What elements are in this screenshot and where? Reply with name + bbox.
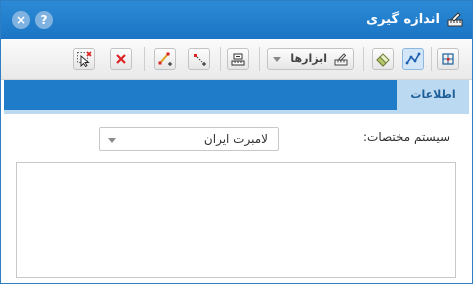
- title-bar[interactable]: اندازه گیری ? ×: [1, 1, 472, 39]
- chevron-down-icon: [273, 57, 281, 62]
- close-button[interactable]: ×: [12, 11, 30, 29]
- clear-button[interactable]: [110, 48, 132, 70]
- toolbar: ابزارها: [1, 39, 472, 80]
- tab-body-border: [4, 110, 469, 114]
- help-icon: ?: [40, 13, 48, 27]
- measure-units-button[interactable]: [227, 48, 249, 70]
- tools-dropdown[interactable]: ابزارها: [267, 48, 354, 70]
- toolbar-separator: [144, 47, 145, 71]
- measure-distance-button[interactable]: [402, 48, 424, 70]
- tab-strip: اطلاعات: [4, 80, 469, 110]
- measurement-window: اندازه گیری ? × ابزارها اطلاعات سیستم مخ…: [0, 0, 473, 284]
- eraser-button[interactable]: [372, 48, 394, 70]
- help-button[interactable]: ?: [35, 11, 53, 29]
- toolbar-separator: [220, 47, 221, 71]
- toolbar-separator: [431, 47, 432, 71]
- coordinate-system-label: سیستم مختصات:: [363, 130, 450, 144]
- tools-icon: [333, 51, 349, 71]
- tab-info[interactable]: اطلاعات: [397, 80, 469, 110]
- add-line-button[interactable]: [154, 48, 176, 70]
- measure-area-button[interactable]: [437, 48, 459, 70]
- clear-selection-button[interactable]: [73, 48, 95, 70]
- toolbar-separator: [363, 47, 364, 71]
- measure-ruler-icon: [446, 11, 464, 29]
- window-title: اندازه گیری: [366, 12, 440, 27]
- coordinate-system-select[interactable]: لامبرت ایران: [99, 127, 279, 151]
- measurement-results-area[interactable]: [16, 162, 456, 278]
- add-point-button[interactable]: [188, 48, 210, 70]
- toolbar-separator: [259, 47, 260, 71]
- tools-dropdown-label: ابزارها: [290, 52, 327, 65]
- chevron-down-icon: [108, 138, 116, 143]
- coordinate-system-value: لامبرت ایران: [203, 132, 268, 146]
- close-icon: ×: [15, 13, 27, 27]
- tab-info-label: اطلاعات: [410, 88, 456, 101]
